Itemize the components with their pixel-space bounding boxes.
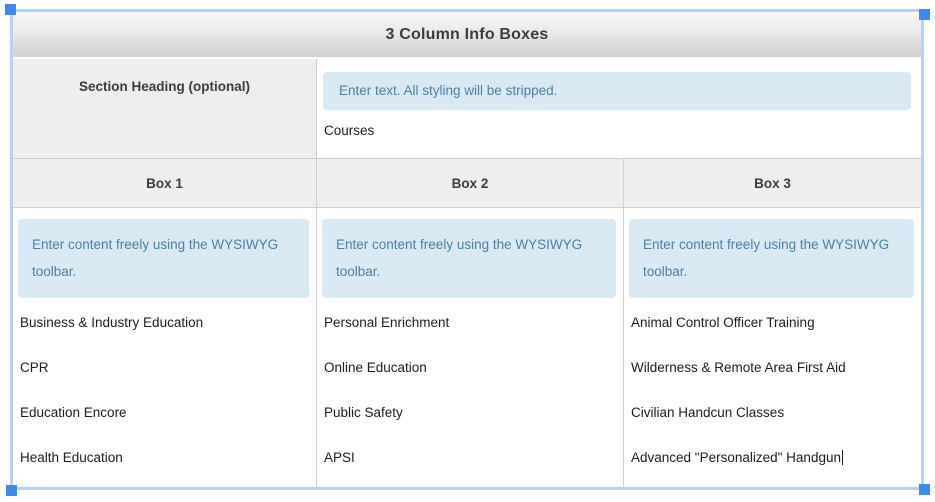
box1-item-1[interactable]: Business & Industry Education (20, 314, 309, 331)
box2-item-3[interactable]: Public Safety (324, 404, 616, 421)
box1-wysiwyg-placeholder[interactable]: Enter content freely using the WYSIWYG t… (18, 219, 309, 298)
box2-item-2[interactable]: Online Education (324, 359, 616, 376)
box2-item-1[interactable]: Personal Enrichment (324, 314, 616, 331)
box3-header: Box 3 (624, 159, 921, 207)
box2-header: Box 2 (317, 159, 624, 207)
section-heading-label-cell: Section Heading (optional) (13, 59, 317, 158)
box1-item-3[interactable]: Education Encore (20, 404, 309, 421)
box2-wysiwyg-placeholder[interactable]: Enter content freely using the WYSIWYG t… (322, 219, 616, 298)
box3-item-4[interactable]: Advanced "Personalized" Handgun (631, 449, 914, 466)
text-caret (841, 450, 843, 465)
box3-item-4-text: Advanced "Personalized" Handgun (631, 450, 841, 465)
widget-title: 3 Column Info Boxes (385, 25, 549, 43)
box3-item-2[interactable]: Wilderness & Remote Area First Aid (631, 359, 914, 376)
section-heading-value[interactable]: Courses (324, 123, 911, 138)
box-content-row: Enter content freely using the WYSIWYG t… (13, 207, 921, 487)
selection-handle-bottom-right[interactable] (919, 484, 930, 495)
section-heading-row: Section Heading (optional) Enter text. A… (13, 59, 921, 158)
box3-item-3[interactable]: Civilian Handcun Classes (631, 404, 914, 421)
box1-item-2[interactable]: CPR (20, 359, 309, 376)
box1-header: Box 1 (13, 159, 317, 207)
box2-item-4[interactable]: APSI (324, 449, 616, 466)
box3-item-1[interactable]: Animal Control Officer Training (631, 314, 914, 331)
section-heading-label: Section Heading (optional) (79, 79, 250, 94)
selection-handle-bottom-left[interactable] (6, 485, 17, 496)
section-heading-edit-area[interactable]: Enter text. All styling will be stripped… (317, 59, 921, 158)
box1-content-area[interactable]: Enter content freely using the WYSIWYG t… (13, 208, 317, 487)
box-headers-row: Box 1 Box 2 Box 3 (13, 158, 921, 207)
widget-title-bar: 3 Column Info Boxes (13, 12, 921, 59)
box3-content-area[interactable]: Enter content freely using the WYSIWYG t… (624, 208, 921, 487)
three-column-info-boxes-widget[interactable]: 3 Column Info Boxes Section Heading (opt… (13, 12, 921, 487)
box1-item-4[interactable]: Health Education (20, 449, 309, 466)
section-heading-placeholder[interactable]: Enter text. All styling will be stripped… (323, 72, 911, 110)
box3-wysiwyg-placeholder[interactable]: Enter content freely using the WYSIWYG t… (629, 219, 914, 298)
selection-handle-top-left[interactable] (5, 4, 16, 15)
box2-content-area[interactable]: Enter content freely using the WYSIWYG t… (317, 208, 624, 487)
selection-handle-top-right[interactable] (919, 9, 930, 20)
